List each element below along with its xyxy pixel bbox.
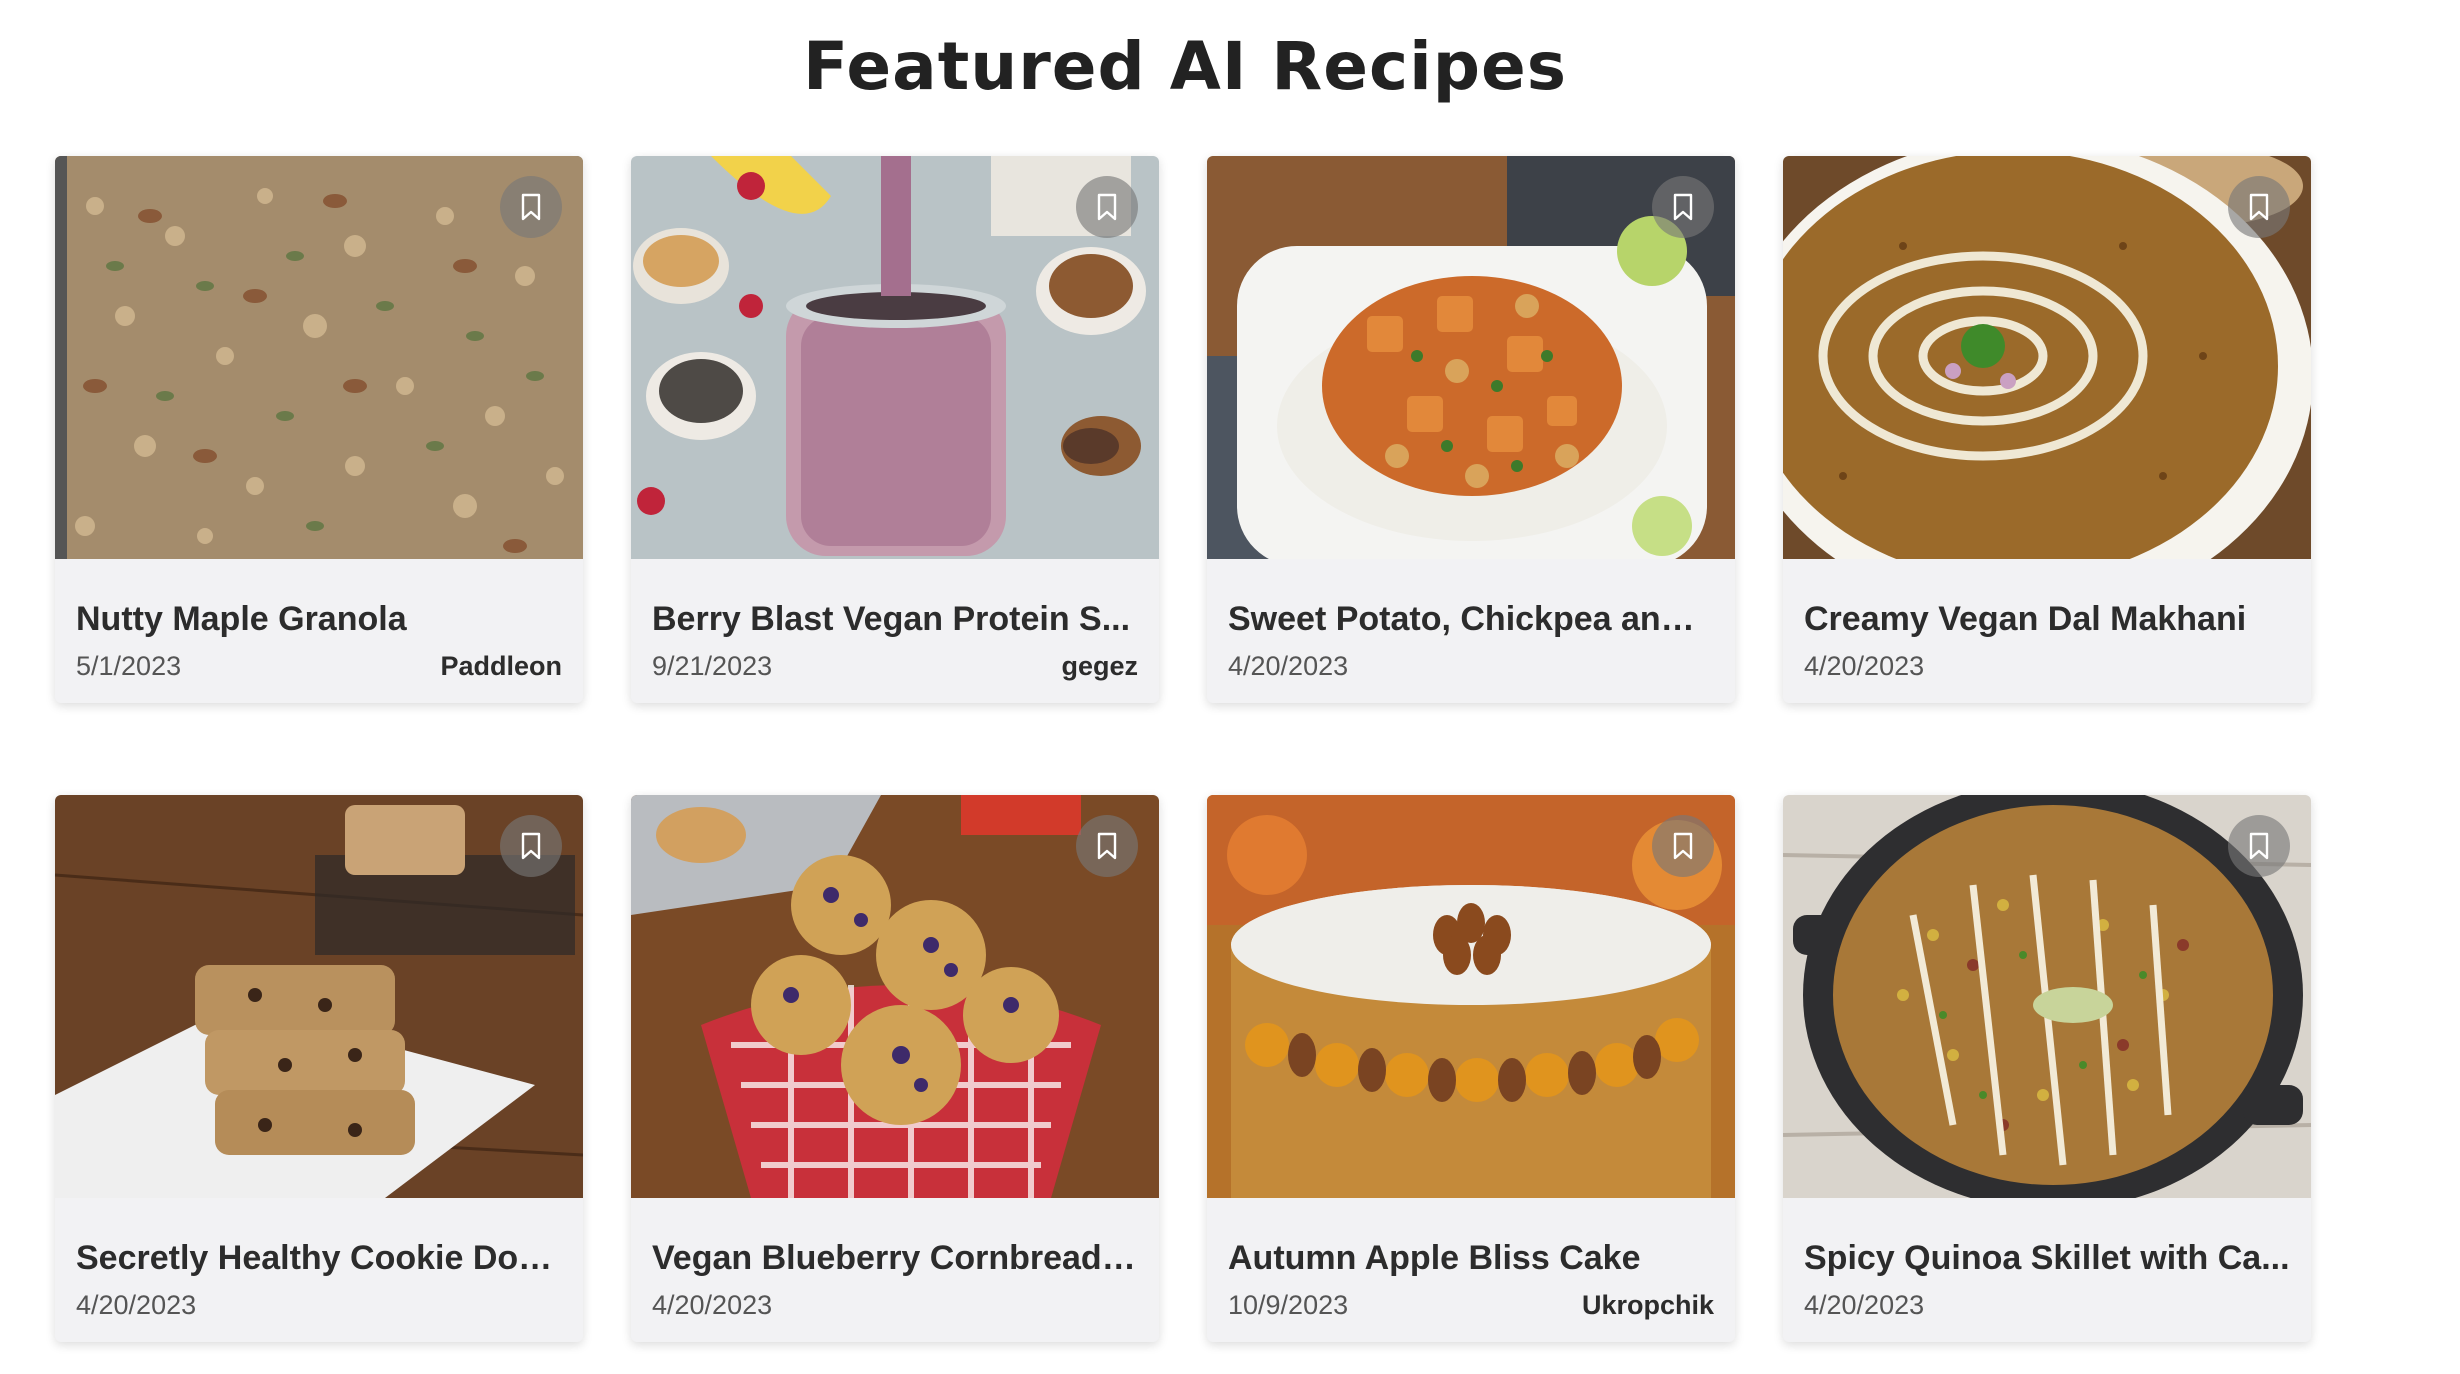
recipe-name[interactable]: Berry Blast Vegan Protein S... [652,599,1138,639]
recipe-date: 9/21/2023 [652,651,773,681]
recipe-date: 4/20/2023 [1804,1290,1925,1320]
recipe-name[interactable]: Vegan Blueberry Cornbread ... [652,1238,1138,1278]
recipe-image[interactable] [631,156,1159,559]
bookmark-button[interactable] [500,815,562,877]
bookmark-icon [2249,193,2269,221]
bookmark-icon [1673,193,1693,221]
recipe-image[interactable] [1207,156,1735,559]
bookmark-icon [1673,832,1693,860]
recipe-author[interactable]: Ukropchik [1582,1290,1714,1321]
recipe-card[interactable]: Nutty Maple Granola 5/1/2023 Paddleon [55,156,583,703]
bookmark-icon [2249,832,2269,860]
recipe-card[interactable]: Secretly Healthy Cookie Dou... 4/20/2023 [55,795,583,1342]
bookmark-icon [521,193,541,221]
recipe-card[interactable]: Vegan Blueberry Cornbread ... 4/20/2023 [631,795,1159,1342]
bookmark-icon [1097,193,1117,221]
recipe-name[interactable]: Sweet Potato, Chickpea and ... [1228,599,1714,639]
recipe-image[interactable] [55,795,583,1198]
bookmark-button[interactable] [1076,815,1138,877]
recipe-date: 5/1/2023 [76,651,182,681]
recipe-image[interactable] [55,156,583,559]
page: Featured AI Recipes Nutty Maple Granola … [0,0,2460,1374]
recipe-author[interactable]: Paddleon [440,651,562,682]
recipe-date: 4/20/2023 [652,1290,773,1320]
bookmark-button[interactable] [500,176,562,238]
bookmark-icon [521,832,541,860]
bookmark-button[interactable] [2228,815,2290,877]
recipe-name[interactable]: Creamy Vegan Dal Makhani [1804,599,2290,639]
recipe-name[interactable]: Spicy Quinoa Skillet with Ca... [1804,1238,2290,1278]
recipe-name[interactable]: Nutty Maple Granola [76,599,562,639]
recipe-card[interactable]: Autumn Apple Bliss Cake 10/9/2023 Ukropc… [1207,795,1735,1342]
recipe-image[interactable] [1783,156,2311,559]
recipe-grid: Nutty Maple Granola 5/1/2023 Paddleon Be… [55,156,2311,1342]
recipe-image[interactable] [1207,795,1735,1198]
recipe-image[interactable] [631,795,1159,1198]
recipe-date: 4/20/2023 [1228,651,1349,681]
page-title: Featured AI Recipes [802,28,1567,105]
recipe-date: 4/20/2023 [76,1290,197,1320]
recipe-image[interactable] [1783,795,2311,1198]
recipe-date: 10/9/2023 [1228,1290,1349,1320]
bookmark-icon [1097,832,1117,860]
recipe-name[interactable]: Autumn Apple Bliss Cake [1228,1238,1714,1278]
recipe-author[interactable]: gegez [1061,651,1138,682]
bookmark-button[interactable] [1076,176,1138,238]
recipe-date: 4/20/2023 [1804,651,1925,681]
bookmark-button[interactable] [1652,815,1714,877]
recipe-card[interactable]: Sweet Potato, Chickpea and ... 4/20/2023 [1207,156,1735,703]
bookmark-button[interactable] [2228,176,2290,238]
bookmark-button[interactable] [1652,176,1714,238]
recipe-name[interactable]: Secretly Healthy Cookie Dou... [76,1238,562,1278]
recipe-card[interactable]: Creamy Vegan Dal Makhani 4/20/2023 [1783,156,2311,703]
recipe-card[interactable]: Berry Blast Vegan Protein S... 9/21/2023… [631,156,1159,703]
recipe-card[interactable]: Spicy Quinoa Skillet with Ca... 4/20/202… [1783,795,2311,1342]
